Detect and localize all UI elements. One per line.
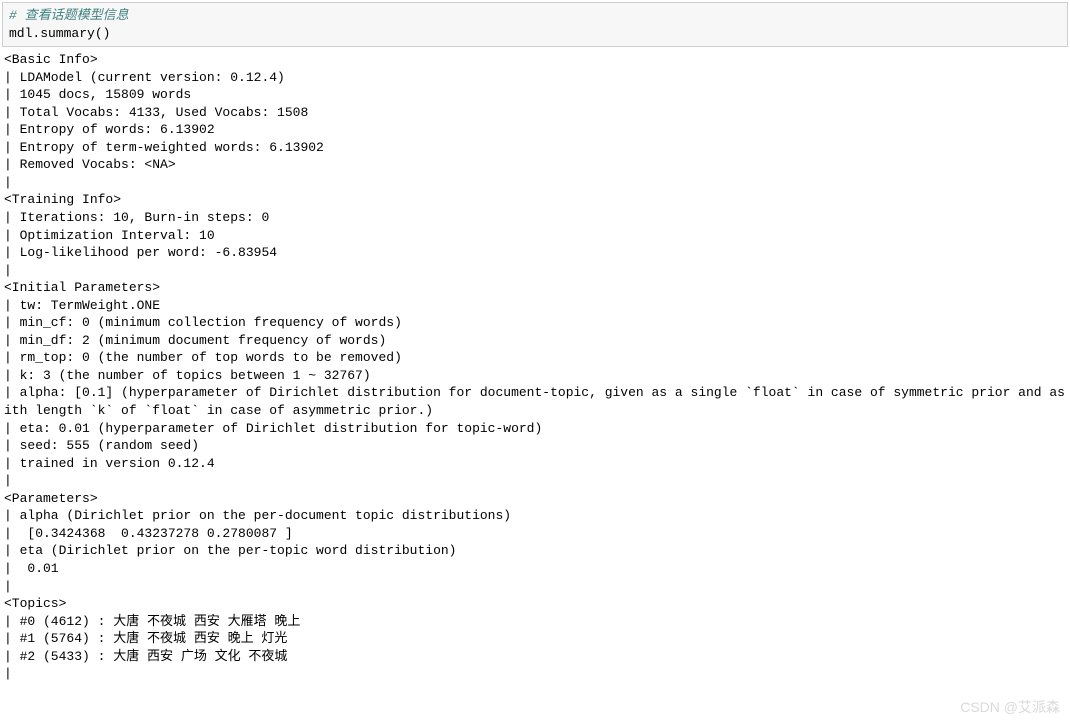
code-comment: # 查看话题模型信息 bbox=[9, 7, 1061, 25]
output-block: <Basic Info> | LDAModel (current version… bbox=[0, 49, 1070, 685]
code-cell: # 查看话题模型信息 mdl.summary() bbox=[2, 2, 1068, 47]
code-line: mdl.summary() bbox=[9, 25, 1061, 43]
watermark: CSDN @艾派森 bbox=[960, 698, 1060, 717]
